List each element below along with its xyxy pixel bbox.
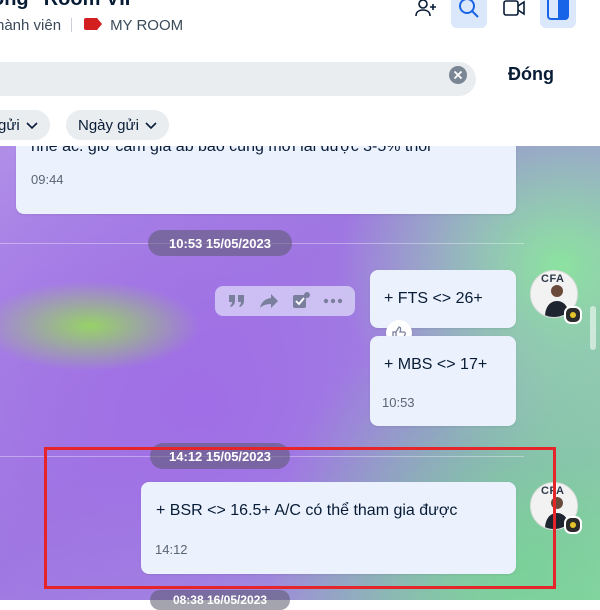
message-text: + FTS <> 26+ [384, 290, 483, 307]
date-filter[interactable]: Ngày gửi [66, 110, 169, 140]
message-bubble[interactable]: + FTS <> 26+ [370, 270, 516, 328]
date-divider: 10:53 15/05/2023 [148, 230, 292, 256]
message-time: 14:12 [155, 542, 188, 557]
date-filter-label: Ngày gửi [78, 116, 139, 134]
member-count[interactable]: hành viên [0, 17, 61, 34]
tag-icon [84, 17, 103, 34]
conversation-tag[interactable]: MY ROOM [110, 17, 183, 34]
task-icon[interactable] [289, 289, 313, 313]
message-bubble[interactable]: + MBS <> 17+ 10:53 [370, 336, 516, 426]
chat-header: ông "Room VIP hành viên MY ROOM [0, 0, 600, 52]
search-button[interactable] [451, 0, 487, 28]
message-actions [215, 286, 355, 316]
scrollbar-thumb[interactable] [590, 306, 596, 350]
sidebar-toggle-button[interactable] [540, 0, 576, 28]
message-time: 10:53 [382, 395, 415, 410]
status-badge [564, 306, 582, 324]
message-list[interactable]: nhé ac. giờ cầm giá ab bảo cũng mới lãi … [0, 146, 600, 600]
message-time: 09:44 [31, 172, 64, 187]
message-text: nhé ac. giờ cầm giá ab bảo cũng mới lãi … [31, 146, 431, 155]
conversation-subtitle: hành viên MY ROOM [0, 15, 183, 35]
sender-filter-label: gửi [0, 116, 20, 134]
more-options-icon[interactable] [321, 289, 345, 313]
date-divider: 14:12 15/05/2023 [150, 443, 290, 469]
chevron-down-icon [139, 117, 157, 134]
date-divider: 08:38 16/05/2023 [150, 590, 290, 610]
message-bubble[interactable]: nhé ac. giờ cầm giá ab bảo cũng mới lãi … [16, 146, 516, 214]
message-bubble[interactable]: + BSR <> 16.5+ A/C có thể tham gia được … [141, 482, 516, 574]
filter-bar: gửi Ngày gửi [0, 104, 600, 146]
message-text: + BSR <> 16.5+ A/C có thể tham gia được [156, 502, 458, 519]
close-search-button[interactable]: Đóng [508, 64, 554, 85]
forward-icon[interactable] [257, 289, 281, 313]
conversation-title[interactable]: ông "Room VIP [0, 0, 138, 11]
quote-icon[interactable] [225, 289, 249, 313]
sender-filter[interactable]: gửi [0, 110, 50, 140]
search-input[interactable] [0, 62, 476, 96]
add-member-button[interactable] [408, 0, 444, 28]
video-call-icon [502, 0, 526, 25]
message-text: + MBS <> 17+ [384, 356, 488, 373]
chevron-down-icon [20, 117, 38, 134]
video-call-button[interactable] [496, 0, 532, 28]
sidebar-toggle-icon [547, 0, 569, 25]
subtitle-divider [71, 18, 73, 32]
search-icon [457, 0, 481, 25]
clear-search-icon[interactable] [449, 66, 467, 84]
add-member-icon [414, 0, 438, 25]
status-badge [564, 516, 582, 534]
